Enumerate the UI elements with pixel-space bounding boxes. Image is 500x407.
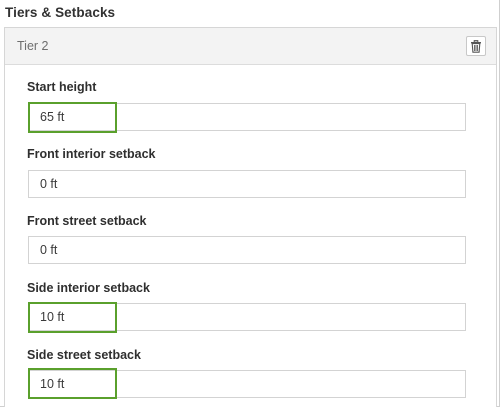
- start-height-input[interactable]: [28, 103, 466, 131]
- front-street-setback-input[interactable]: [28, 236, 466, 264]
- side-interior-setback-label: Side interior setback: [27, 281, 150, 295]
- section-title: Tiers & Setbacks: [5, 5, 116, 20]
- front-interior-setback-input[interactable]: [28, 170, 466, 198]
- tiers-setbacks-panel: Tiers & Setbacks Tier 2 Start height Fro…: [0, 0, 500, 407]
- front-street-setback-label: Front street setback: [27, 214, 147, 228]
- start-height-label: Start height: [27, 80, 97, 94]
- side-street-setback-label: Side street setback: [27, 348, 141, 362]
- trash-icon: [471, 39, 481, 53]
- side-interior-setback-input[interactable]: [28, 303, 466, 331]
- tier-title: Tier 2: [17, 39, 49, 53]
- front-interior-setback-label: Front interior setback: [27, 147, 156, 161]
- tier-header[interactable]: Tier 2: [5, 28, 496, 65]
- delete-tier-button[interactable]: [466, 36, 486, 56]
- side-street-setback-input[interactable]: [28, 370, 466, 398]
